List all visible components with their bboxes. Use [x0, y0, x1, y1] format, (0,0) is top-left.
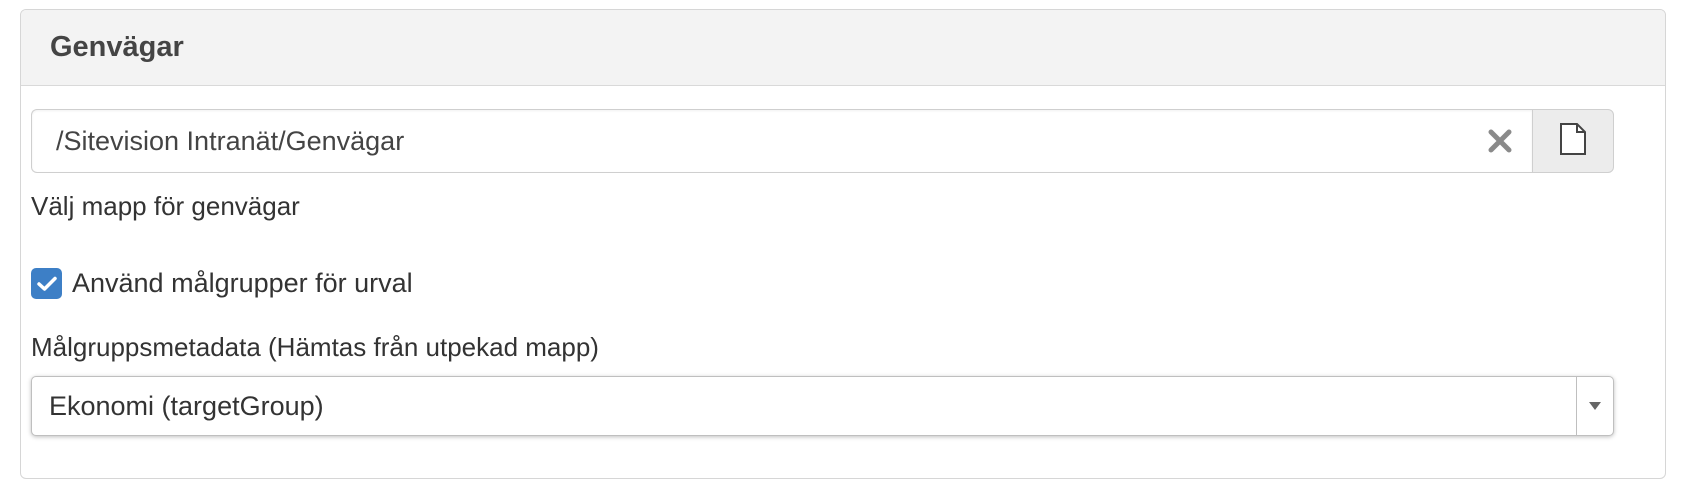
browse-folder-button[interactable] — [1532, 109, 1614, 173]
caret-down-icon — [1589, 397, 1601, 415]
panel-header: Genvägar — [21, 10, 1665, 86]
panel-title: Genvägar — [50, 31, 184, 63]
target-group-checkbox-label[interactable]: Använd målgrupper för urval — [72, 268, 413, 299]
metadata-select[interactable]: Ekonomi (targetGroup) — [31, 376, 1614, 436]
target-group-checkbox[interactable] — [31, 268, 62, 299]
folder-path-field-wrap — [31, 109, 1532, 173]
folder-help-text: Välj mapp för genvägar — [31, 191, 300, 221]
folder-path-input[interactable] — [32, 110, 1532, 172]
metadata-select-value: Ekonomi (targetGroup) — [49, 390, 324, 421]
folder-picker — [31, 109, 1614, 173]
dropdown-arrow[interactable] — [1576, 377, 1613, 435]
metadata-select-label: Målgruppsmetadata (Hämtas från utpekad m… — [31, 332, 599, 362]
target-group-option: Använd målgrupper för urval — [31, 268, 413, 299]
checkmark-icon — [36, 276, 57, 291]
file-icon — [1559, 122, 1587, 161]
close-icon[interactable] — [1484, 125, 1516, 157]
